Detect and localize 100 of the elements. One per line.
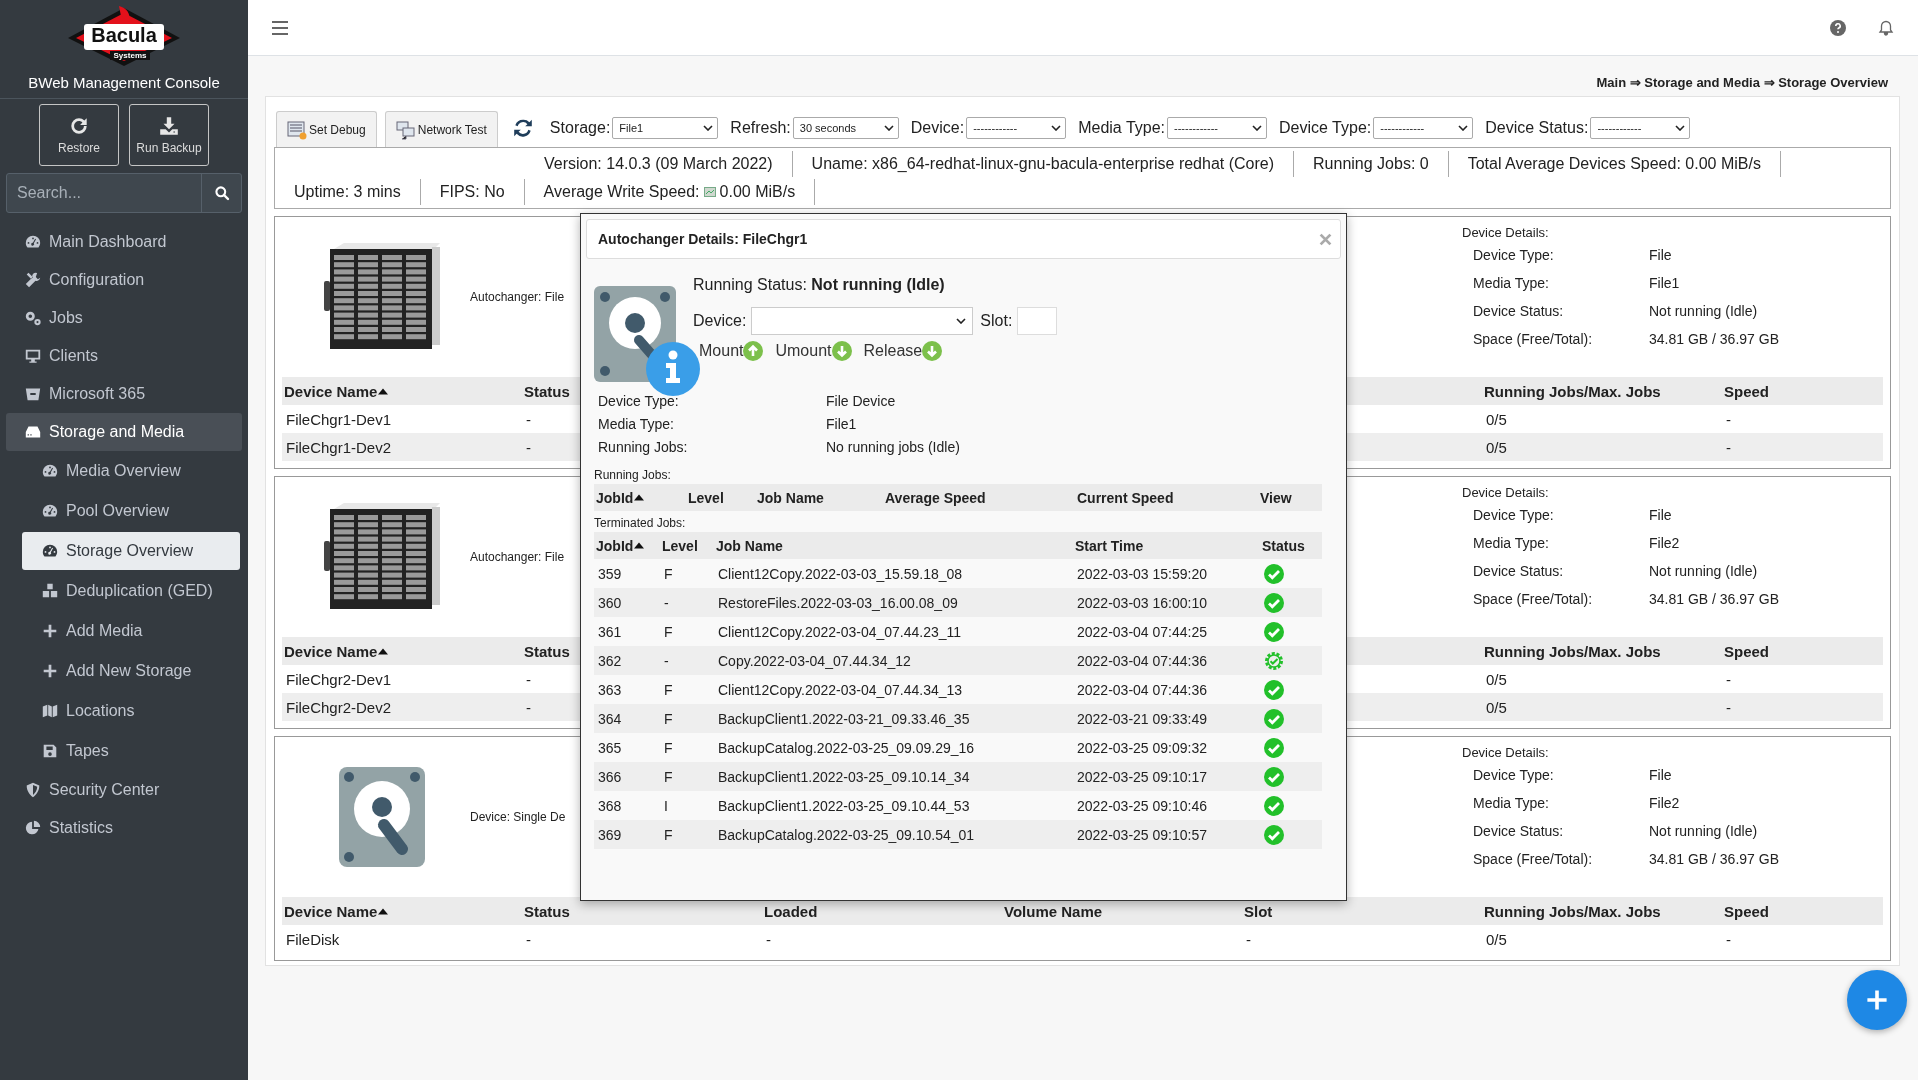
gears-icon[interactable] [24, 309, 42, 327]
plus-icon[interactable] [41, 662, 59, 680]
monitor-icon[interactable] [24, 347, 42, 365]
sidebar-subitem[interactable]: Media Overview [22, 452, 240, 490]
column-header[interactable]: Job Name [716, 537, 783, 554]
info-text: FIPS: No [420, 179, 525, 205]
caret-icon[interactable] [1675, 125, 1686, 131]
column-header[interactable]: Level [662, 537, 698, 554]
filter-select[interactable]: ------------ [966, 117, 1067, 139]
sidebar-item[interactable]: Clients [6, 337, 242, 375]
refresh-icon[interactable] [511, 117, 534, 139]
filter-select[interactable]: 30 seconds [792, 117, 899, 139]
action-link[interactable]: Mount [699, 342, 744, 360]
shield-icon[interactable] [24, 781, 42, 799]
help-icon[interactable] [1830, 19, 1846, 36]
table-cell: BackupCatalog.2022-03-25_09.10.54_01 [718, 826, 975, 843]
sidebar-item[interactable]: Microsoft 365 [6, 375, 242, 413]
sidebar-item[interactable]: Configuration [6, 261, 242, 299]
filter-select[interactable]: ------------ [1373, 117, 1474, 139]
column-header[interactable]: Job Name [757, 489, 824, 506]
menu-icon[interactable] [272, 19, 288, 36]
column-header[interactable]: Device Name [284, 382, 389, 400]
column-header[interactable]: Speed [1724, 642, 1769, 660]
tools-icon[interactable] [24, 271, 42, 289]
filter-select[interactable]: ------------ [1167, 117, 1268, 139]
sort-icon[interactable] [378, 387, 389, 395]
sidebar-item[interactable]: Jobs [6, 299, 242, 337]
column-header[interactable]: Running Jobs/Max. Jobs [1484, 382, 1661, 400]
table-cell: - [526, 670, 531, 688]
sidebar-item[interactable]: Security Center [6, 771, 242, 809]
toolbar-tab-button[interactable]: Set Debug [276, 111, 377, 147]
column-header[interactable]: Device Name [284, 642, 389, 660]
sort-icon[interactable] [634, 542, 645, 549]
sidebar-subitem[interactable]: Pool Overview [22, 492, 240, 530]
search-field[interactable]: Search... [6, 173, 242, 213]
sidebar-item[interactable]: Statistics [6, 809, 242, 847]
cubes-icon[interactable] [41, 582, 59, 600]
column-header[interactable]: Status [524, 642, 570, 660]
table-cell: 2022-03-21 09:33:49 [1077, 710, 1207, 727]
caret-icon[interactable] [703, 125, 714, 131]
success-check-icon [1264, 766, 1284, 787]
column-header[interactable]: Loaded [764, 902, 818, 920]
caret-icon[interactable] [1051, 125, 1062, 131]
sidebar-subitem[interactable]: Add New Storage [22, 652, 240, 690]
sidebar-subitem[interactable]: Locations [22, 692, 240, 730]
caret-icon[interactable] [1252, 125, 1263, 131]
search-icon[interactable] [213, 185, 230, 201]
table-cell: Client12Copy.2022-03-04_07.44.34_13 [718, 681, 963, 698]
detail-label: Running Jobs: [598, 438, 689, 457]
filter-select[interactable]: File1 [612, 117, 719, 139]
column-header[interactable]: Start Time [1075, 537, 1144, 554]
plus-icon[interactable] [1865, 988, 1889, 1012]
section-title: Running Jobs: [594, 468, 672, 484]
add-button[interactable] [1847, 970, 1907, 1030]
column-header[interactable]: View [1260, 489, 1292, 506]
sidebar-subitem[interactable]: Add Media [22, 612, 240, 650]
caret-icon[interactable] [1458, 125, 1469, 131]
column-header[interactable]: Device Name [284, 902, 389, 920]
caret-icon[interactable] [956, 318, 967, 324]
column-header[interactable]: JobId [596, 489, 645, 506]
action-link[interactable]: Release [863, 342, 923, 360]
toolbar-tab-button[interactable]: Network Test [384, 111, 498, 147]
action-link[interactable]: Umount [775, 342, 832, 360]
filter-select[interactable]: ------------ [1590, 117, 1691, 139]
table-cell: 366 [598, 768, 622, 785]
column-header[interactable]: Current Speed [1077, 489, 1174, 506]
column-header[interactable]: JobId [596, 537, 645, 554]
table-cell: - [664, 652, 669, 669]
column-header[interactable]: Speed [1724, 902, 1769, 920]
slot-field[interactable] [1017, 307, 1058, 335]
notification-bell-icon[interactable] [1878, 19, 1894, 36]
quick-action-button[interactable]: Restore [39, 104, 119, 166]
download-icon[interactable] [158, 115, 180, 137]
search-input[interactable]: Search... [7, 174, 201, 212]
sort-icon[interactable] [378, 647, 389, 655]
column-header[interactable]: Running Jobs/Max. Jobs [1484, 902, 1661, 920]
plus-icon[interactable] [41, 622, 59, 640]
network-icon[interactable] [395, 119, 416, 140]
refresh-icon[interactable] [68, 115, 90, 137]
column-header[interactable]: Slot [1244, 902, 1273, 920]
sidebar-subitem[interactable]: Deduplication (GED) [22, 572, 240, 610]
caret-icon[interactable] [883, 125, 894, 131]
info-text: Version: 14.0.3 (09 March 2022) [525, 151, 793, 177]
column-header[interactable]: Volume Name [1004, 902, 1103, 920]
sort-icon[interactable] [634, 494, 645, 501]
column-header[interactable]: Status [524, 382, 570, 400]
map-icon[interactable] [41, 702, 59, 720]
column-header[interactable]: Status [524, 902, 570, 920]
sidebar-subitem[interactable]: Tapes [22, 732, 240, 770]
column-header[interactable]: Level [688, 489, 724, 506]
sidebar-subitem[interactable]: Storage Overview [22, 532, 240, 570]
sidebar-item[interactable]: Main Dashboard [6, 223, 242, 261]
column-header[interactable]: Running Jobs/Max. Jobs [1484, 642, 1661, 660]
quick-action-button[interactable]: Run Backup [129, 104, 209, 166]
column-header[interactable]: Average Speed [885, 489, 986, 506]
pie-chart-icon[interactable] [24, 819, 42, 837]
column-header[interactable]: Speed [1724, 382, 1769, 400]
sort-icon[interactable] [378, 907, 389, 915]
column-header[interactable]: Status [1262, 537, 1305, 554]
sidebar-item[interactable]: Storage and Media [6, 413, 242, 451]
